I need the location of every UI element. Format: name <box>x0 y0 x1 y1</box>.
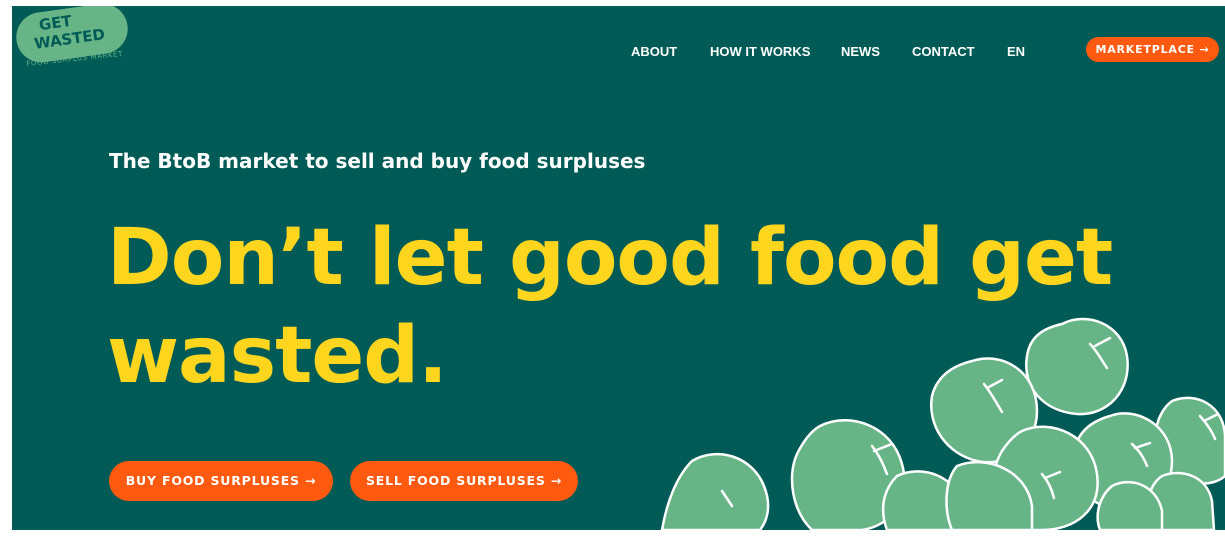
hero-headline: Don’t let good food get wasted. <box>107 213 1113 401</box>
nav-news[interactable]: NEWS <box>841 42 880 62</box>
marketplace-button[interactable]: MARKETPLACE → <box>1086 37 1219 62</box>
nav-about[interactable]: ABOUT <box>631 42 677 62</box>
nav-contact[interactable]: CONTACT <box>912 42 975 62</box>
nav-language-en[interactable]: EN <box>1007 42 1025 62</box>
hero-subtitle: The BtoB market to sell and buy food sur… <box>109 149 646 173</box>
buy-food-surpluses-button[interactable]: BUY FOOD SURPLUSES → <box>109 461 333 501</box>
get-wasted-logo[interactable]: GET WASTED FOOD SURPLUS MARKET <box>13 6 149 76</box>
hero-section: GET WASTED FOOD SURPLUS MARKET ABOUT HOW… <box>12 6 1225 530</box>
nav-how-it-works[interactable]: HOW IT WORKS <box>710 42 810 62</box>
sell-food-surpluses-button[interactable]: SELL FOOD SURPLUSES → <box>350 461 578 501</box>
